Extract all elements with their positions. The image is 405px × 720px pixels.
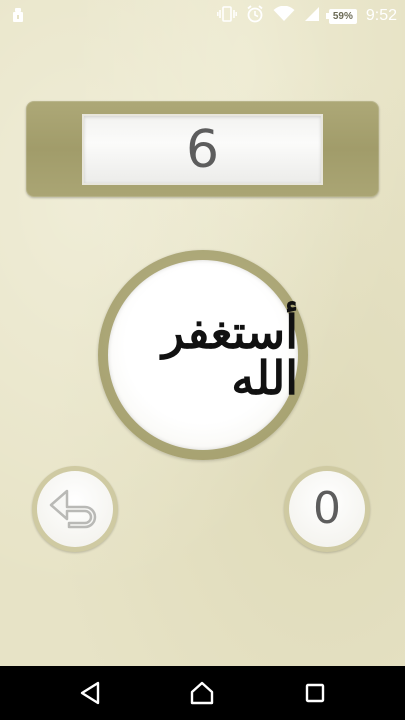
recents-button[interactable]	[302, 680, 328, 706]
total-value: 0	[313, 483, 341, 534]
home-button[interactable]	[189, 680, 215, 706]
android-debug-icon	[12, 7, 24, 27]
tasbih-face: أستغفر الله	[108, 260, 298, 450]
reset-button[interactable]	[32, 466, 118, 552]
counter-panel: 6	[26, 101, 379, 197]
home-icon	[190, 681, 214, 705]
vibrate-icon	[216, 6, 237, 26]
status-time: 9:52	[365, 7, 397, 24]
reset-face	[37, 471, 113, 547]
navigation-bar	[0, 666, 405, 720]
alarm-icon	[246, 5, 264, 27]
total-count-button[interactable]: 0	[284, 466, 370, 552]
counter-display: 6	[82, 114, 323, 185]
back-button[interactable]	[78, 680, 104, 706]
back-icon	[80, 681, 100, 705]
battery-icon: 59%	[325, 8, 357, 24]
undo-arrow-icon	[47, 485, 103, 533]
wifi-icon	[273, 5, 295, 26]
astaghfirullah-calligraphy-icon: أستغفر الله	[161, 305, 298, 405]
status-bar: 59% 9:52	[0, 0, 405, 30]
counter-value: 6	[185, 119, 220, 180]
total-face: 0	[289, 471, 365, 547]
recents-icon	[305, 683, 325, 703]
tasbih-count-button[interactable]: أستغفر الله	[98, 250, 308, 460]
battery-percent: 59%	[332, 10, 353, 22]
signal-icon	[304, 6, 320, 26]
